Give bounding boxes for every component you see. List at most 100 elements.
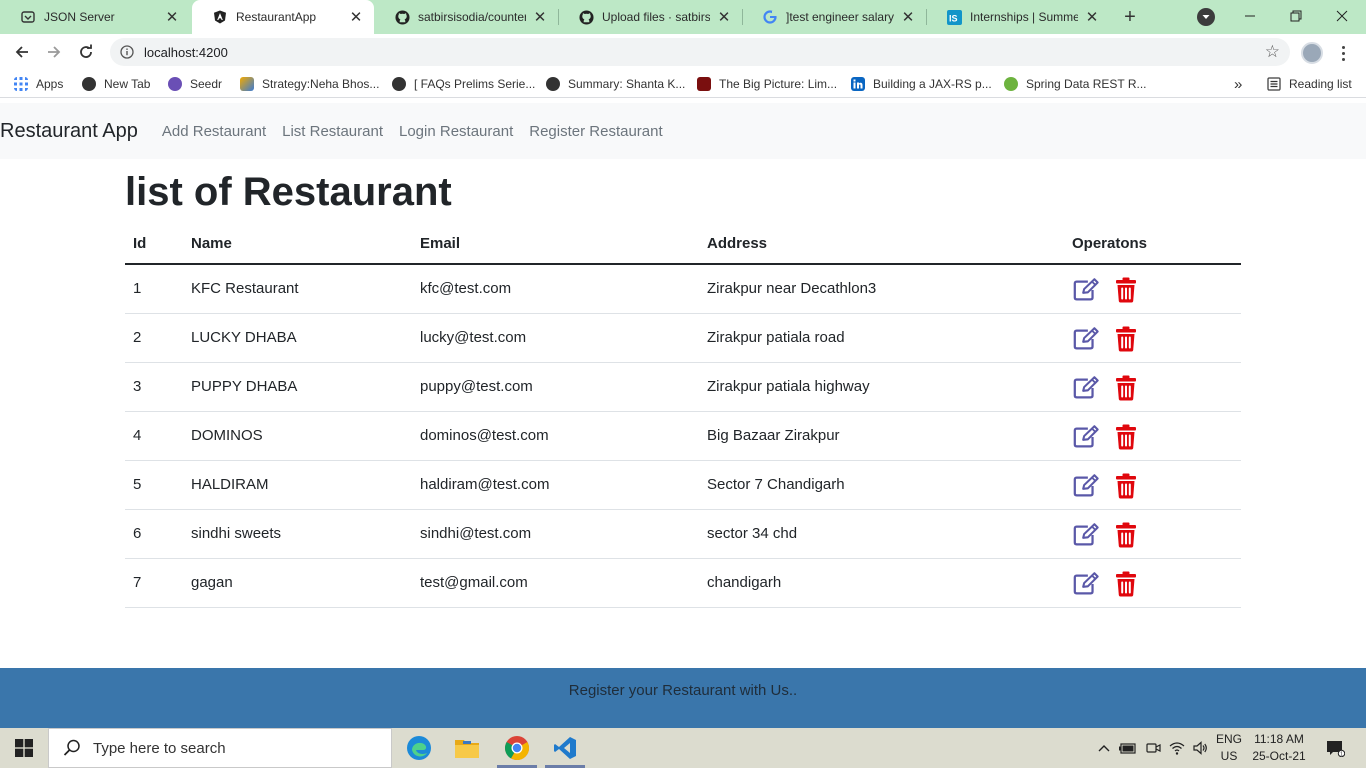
tab-github-upload[interactable]: Upload files · satbirsisc ✕ [558,0,742,34]
browser-menu-button[interactable] [1336,42,1350,64]
bookmark-seedr[interactable]: Seedr [168,75,222,93]
cell-name: LUCKY DHABA [183,313,412,363]
delete-button[interactable] [1112,326,1140,352]
info-icon[interactable] [120,45,134,59]
tab-title: satbirsisodia/counter- [418,10,526,24]
address-bar[interactable]: localhost:4200 ☆ [110,38,1290,66]
taskbar-chrome[interactable] [493,728,541,768]
svg-text:1: 1 [1340,752,1343,757]
tray-network[interactable] [1166,728,1188,768]
delete-button[interactable] [1112,571,1140,597]
close-icon[interactable]: ✕ [348,9,364,26]
table-row: 7 gagan test@gmail.com chandigarh [125,558,1241,608]
close-icon[interactable]: ✕ [1084,9,1100,26]
cell-name: DOMINOS [183,411,412,461]
app-navbar: Restaurant App Add Restaurant List Resta… [0,103,1366,159]
delete-button[interactable] [1112,522,1140,548]
edit-button[interactable] [1072,473,1100,499]
bookmark-big-picture[interactable]: The Big Picture: Lim... [697,75,837,93]
taskbar-search[interactable]: Type here to search [48,728,392,768]
browser-tab-strip: JSON Server ✕ RestaurantApp ✕ satbirsiso… [0,0,1366,34]
start-button[interactable] [0,728,48,768]
tab-internships[interactable]: IS Internships | Summer ✕ [926,0,1110,34]
edit-icon [1073,425,1099,448]
tray-overflow-button[interactable] [1094,728,1114,768]
edit-icon [1073,278,1099,301]
edit-button[interactable] [1072,277,1100,303]
column-header-operations: Operatons [1064,224,1241,265]
restore-button[interactable] [1273,0,1319,32]
bookmark-new-tab[interactable]: New Tab [82,75,150,93]
reading-list-button[interactable]: Reading list [1267,75,1352,93]
cell-address: chandigarh [699,558,1064,608]
page-title: list of Restaurant [125,170,452,214]
nav-login-restaurant[interactable]: Login Restaurant [399,123,513,140]
edit-button[interactable] [1072,424,1100,450]
chevron-up-icon [1098,745,1110,752]
taskbar-edge[interactable] [395,728,443,768]
reading-list-label: Reading list [1289,77,1352,91]
bookmark-summary[interactable]: Summary: Shanta K... [546,75,685,93]
close-window-button[interactable] [1319,0,1365,32]
tray-volume[interactable] [1189,728,1211,768]
forward-button[interactable] [40,38,68,66]
app-brand[interactable]: Restaurant App [0,120,138,143]
column-header-email: Email [412,224,699,265]
back-button[interactable] [8,38,36,66]
close-icon[interactable]: ✕ [900,9,916,26]
tab-title: RestaurantApp [236,10,317,24]
bookmark-spring-data[interactable]: Spring Data REST R... [1004,75,1147,93]
windows-taskbar: Type here to search ENG US 11:18 AM 25-O… [0,728,1366,768]
tab-github-counter[interactable]: satbirsisodia/counter- ✕ [374,0,558,34]
nav-register-restaurant[interactable]: Register Restaurant [529,123,662,140]
edit-button[interactable] [1072,375,1100,401]
column-header-name: Name [183,224,412,265]
language-code: ENG [1215,732,1242,746]
new-tab-button[interactable]: + [1118,5,1142,29]
close-icon[interactable]: ✕ [164,9,180,26]
tab-search-button[interactable] [1197,8,1215,26]
delete-button[interactable] [1112,375,1140,401]
minimize-button[interactable] [1227,0,1273,32]
edit-button[interactable] [1072,522,1100,548]
bookmark-faqs[interactable]: [ FAQs Prelims Serie... [392,75,535,93]
tray-language[interactable]: ENG US [1212,731,1246,765]
windows-logo-icon [15,739,33,757]
row-operations [1072,323,1233,352]
bookmarks-overflow-button[interactable]: » [1234,75,1242,93]
bookmark-strategy[interactable]: Strategy:Neha Bhos... [240,75,379,93]
edit-button[interactable] [1072,326,1100,352]
tray-clock[interactable]: 11:18 AM 25-Oct-21 [1248,731,1310,765]
edit-button[interactable] [1072,571,1100,597]
tray-battery[interactable] [1117,728,1139,768]
column-header-id: Id [125,224,183,265]
tray-meet-now[interactable] [1142,728,1164,768]
bookmark-label: Apps [36,77,64,91]
cell-email: test@gmail.com [412,558,699,608]
tab-restaurant-app[interactable]: RestaurantApp ✕ [192,0,374,34]
close-icon [1336,10,1348,22]
speaker-icon [1193,741,1207,755]
reload-button[interactable] [72,38,100,66]
region-code: US [1220,749,1238,763]
tab-google-search[interactable]: ]test engineer salary in ✕ [742,0,926,34]
bookmark-jax-rs[interactable]: Building a JAX-RS p... [851,75,992,93]
action-center-button[interactable]: 1 [1320,728,1350,768]
delete-button[interactable] [1112,473,1140,499]
close-icon[interactable]: ✕ [716,9,732,26]
cell-email: haldiram@test.com [412,460,699,510]
taskbar-vscode[interactable] [541,728,589,768]
close-icon[interactable]: ✕ [532,9,548,26]
taskbar-file-explorer[interactable] [443,728,491,768]
delete-button[interactable] [1112,424,1140,450]
tab-json-server[interactable]: JSON Server ✕ [0,0,190,34]
bookmark-star-icon[interactable]: ☆ [1265,42,1280,62]
cell-name: sindhi sweets [183,509,412,559]
nav-list-restaurant[interactable]: List Restaurant [282,123,383,140]
profile-avatar[interactable] [1301,42,1323,64]
tab-title: Upload files · satbirsisc [602,10,710,24]
cell-email: sindhi@test.com [412,509,699,559]
nav-add-restaurant[interactable]: Add Restaurant [162,123,266,140]
delete-button[interactable] [1112,277,1140,303]
bookmark-apps[interactable]: Apps [14,75,63,93]
